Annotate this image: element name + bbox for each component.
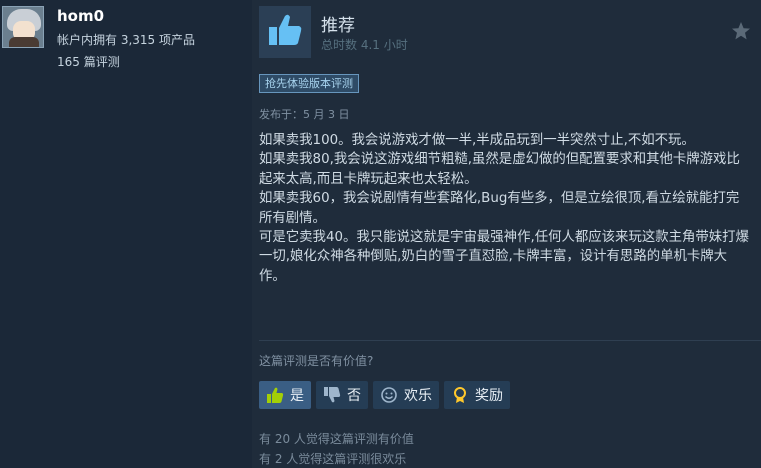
vote-funny-label: 欢乐 [404, 388, 432, 404]
smiley-icon [380, 386, 398, 404]
review-paragraph: 如果卖我80,我会说这游戏细节粗糙,虽然是虚幻做的但配置要求和其他卡牌游戏比起来… [259, 152, 740, 187]
review-paragraph: 可是它卖我40。我只能说这就是宇宙最强神作,任何人都应该来玩这款主角带妹打爆一切… [259, 230, 749, 284]
vote-no-button[interactable]: 否 [316, 381, 368, 409]
reviewer-name[interactable]: hom0 [57, 7, 104, 25]
review-count[interactable]: 165 篇评测 [57, 53, 120, 70]
review-verdict[interactable]: 推荐 [321, 11, 355, 36]
vote-buttons: 是 否 欢乐 奖励 [259, 381, 510, 409]
review-paragraph: 如果卖我100。我会说游戏才做一半,半成品玩到一半突然寸止,不如不玩。 [259, 133, 695, 148]
avatar[interactable] [2, 6, 44, 48]
helpful-question: 这篇评测是否有价值? [259, 354, 374, 368]
thumbs-up-icon [266, 386, 284, 404]
helpful-count: 有 20 人觉得这篇评测有价值 [259, 432, 414, 446]
award-icon [451, 386, 469, 404]
recommended-thumb [259, 6, 311, 58]
posted-date: 发布于：5 月 3 日 [259, 108, 350, 121]
products-owned[interactable]: 帐户内拥有 3,315 项产品 [57, 31, 195, 48]
award-label: 奖励 [475, 388, 503, 404]
vote-funny-button[interactable]: 欢乐 [373, 381, 439, 409]
early-access-badge: 抢先体验版本评测 [259, 74, 359, 93]
funny-count: 有 2 人觉得这篇评测很欢乐 [259, 452, 407, 466]
thumbs-down-icon [323, 386, 341, 404]
review-paragraph: 如果卖我60，我会说剧情有些套路化,Bug有些多，但是立绘很顶,看立绘就能打完所… [259, 191, 740, 226]
thumbs-up-icon [265, 10, 305, 54]
star-icon[interactable] [731, 21, 751, 45]
reviewer-panel: hom0 帐户内拥有 3,315 项产品 165 篇评测 [0, 0, 250, 468]
hours-played: 总时数 4.1 小时 [321, 38, 408, 52]
award-button[interactable]: 奖励 [444, 381, 510, 409]
review-text: 如果卖我100。我会说游戏才做一半,半成品玩到一半突然寸止,不如不玩。 如果卖我… [259, 131, 749, 286]
vote-yes-button[interactable]: 是 [259, 381, 311, 409]
review-panel: 推荐 总时数 4.1 小时 抢先体验版本评测 发布于：5 月 3 日 如果卖我1… [252, 0, 761, 468]
vote-yes-label: 是 [290, 388, 304, 404]
divider [259, 340, 761, 341]
vote-no-label: 否 [347, 388, 361, 404]
